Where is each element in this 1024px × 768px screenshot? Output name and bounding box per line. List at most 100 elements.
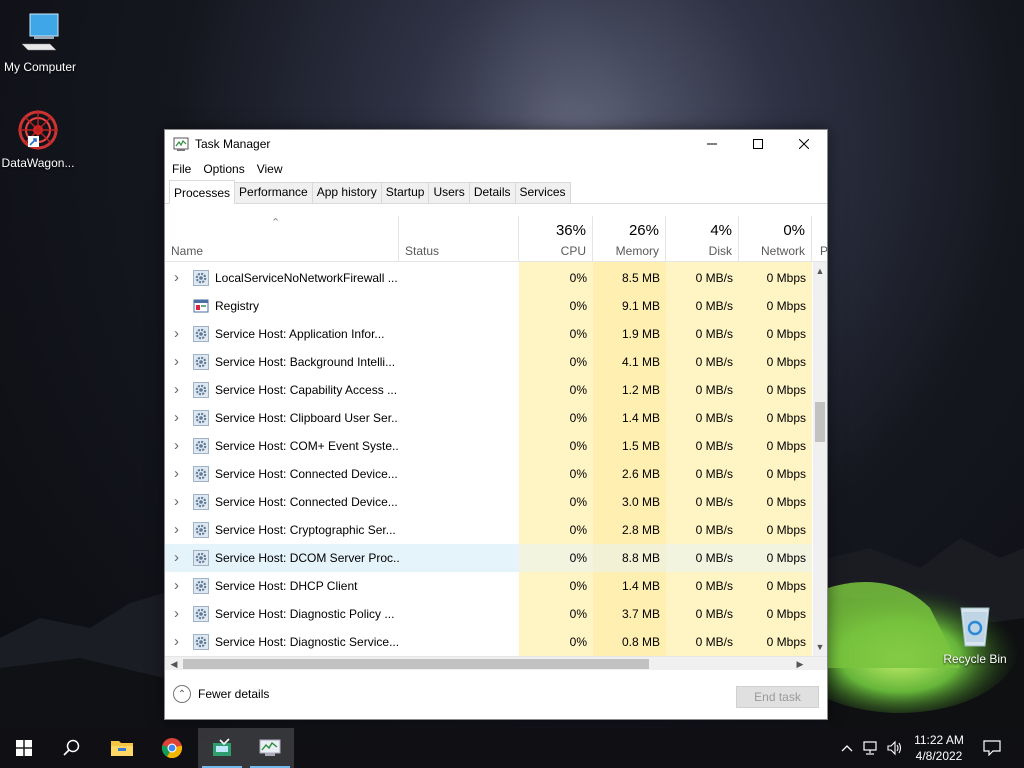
column-header-power[interactable]: P xyxy=(812,216,828,262)
process-cpu-value: 0% xyxy=(569,635,587,649)
scroll-up-icon[interactable]: ▲ xyxy=(813,264,827,278)
footer: ⌃ Fewer details End task xyxy=(165,671,827,719)
chevron-right-icon[interactable]: › xyxy=(174,572,179,600)
process-name: Service Host: Connected Device... xyxy=(215,467,398,481)
taskbar-chrome[interactable] xyxy=(148,728,196,768)
process-memory-value: 1.9 MB xyxy=(621,327,660,341)
tab-users[interactable]: Users xyxy=(428,182,470,203)
maximize-button[interactable] xyxy=(735,130,781,158)
start-button[interactable] xyxy=(0,728,48,768)
volume-tray-button[interactable] xyxy=(884,728,906,768)
minimize-icon xyxy=(707,143,717,145)
menu-options[interactable]: Options xyxy=(202,162,252,176)
vertical-scrollbar[interactable]: ▲ ▼ xyxy=(813,262,827,656)
datawagon-icon xyxy=(18,110,58,150)
desktop-icon-recycle-bin[interactable]: Recycle Bin xyxy=(935,602,1015,666)
chevron-right-icon[interactable]: › xyxy=(174,544,179,572)
column-label: Network xyxy=(760,244,805,258)
taskbar-file-explorer[interactable] xyxy=(98,728,146,768)
process-cpu-value: 0% xyxy=(569,579,587,593)
process-row[interactable]: › Service Host: Application Infor... 0% 1.9… xyxy=(165,320,815,348)
process-network-value: 0 Mbps xyxy=(766,439,806,453)
close-button[interactable] xyxy=(781,130,827,158)
process-row[interactable]: › Service Host: DHCP Client 0% 1.4 MB 0 MB/s… xyxy=(165,572,815,600)
taskbar-task-manager[interactable] xyxy=(246,728,294,768)
process-row[interactable]: › Service Host: Connected Device... 0% 3.0 … xyxy=(165,488,815,516)
minimize-button[interactable] xyxy=(689,130,735,158)
chevron-right-icon[interactable]: › xyxy=(174,600,179,628)
tab-processes[interactable]: Processes xyxy=(169,180,236,204)
column-header-status[interactable]: Status xyxy=(399,216,519,262)
fewer-details-button[interactable]: ⌃ Fewer details xyxy=(173,685,269,703)
search-button[interactable] xyxy=(48,728,96,768)
notifications-button[interactable] xyxy=(978,728,1006,768)
horizontal-scrollbar[interactable]: ◀ ▶ xyxy=(165,656,827,670)
title-bar[interactable]: Task Manager xyxy=(165,130,827,158)
chevron-right-icon[interactable]: › xyxy=(174,516,179,544)
process-name: Service Host: COM+ Event Syste... xyxy=(215,439,399,453)
scroll-right-icon[interactable]: ▶ xyxy=(793,657,807,671)
show-hidden-icons-button[interactable] xyxy=(838,728,856,768)
chevron-right-icon[interactable]: › xyxy=(174,404,179,432)
process-row[interactable]: › Service Host: Cryptographic Ser... 0% 2.8… xyxy=(165,516,815,544)
menu-view[interactable]: View xyxy=(256,162,291,176)
process-row[interactable]: › Service Host: Capability Access ... 0% 1.… xyxy=(165,376,815,404)
process-row[interactable]: › Service Host: DCOM Server Proc... 0% 8.8 … xyxy=(165,544,815,572)
tab-startup[interactable]: Startup xyxy=(380,182,430,203)
process-row[interactable]: › Service Host: Background Intelli... 0% 4.… xyxy=(165,348,815,376)
taskbar-clock[interactable]: 11:22 AM 4/8/2022 xyxy=(904,732,974,764)
chevron-right-icon[interactable]: › xyxy=(174,628,179,656)
gear-icon xyxy=(193,410,209,426)
task-manager-app-icon xyxy=(173,137,189,151)
tab-app-history[interactable]: App history xyxy=(311,182,382,203)
chevron-right-icon[interactable]: › xyxy=(174,488,179,516)
process-disk-value: 0 MB/s xyxy=(695,467,733,481)
process-row[interactable]: Registry 0% 9.1 MB 0 MB/s 0 Mbps xyxy=(165,292,815,320)
process-row[interactable]: › Service Host: Connected Device... 0% 2.6 … xyxy=(165,460,815,488)
taskbar: 11:22 AM 4/8/2022 xyxy=(0,728,1024,768)
column-header-name[interactable]: ⌃ Name xyxy=(165,216,399,262)
tab-services[interactable]: Services xyxy=(514,182,571,203)
chevron-right-icon[interactable]: › xyxy=(174,348,179,376)
process-row[interactable]: › LocalServiceNoNetworkFirewall ... 0% 8.5 … xyxy=(165,264,815,292)
chevron-right-icon[interactable]: › xyxy=(174,264,179,292)
column-label: Memory xyxy=(615,244,659,258)
process-row[interactable]: › Service Host: Diagnostic Policy ... 0% 3.… xyxy=(165,600,815,628)
chevron-right-icon[interactable]: › xyxy=(174,432,179,460)
fewer-details-label: Fewer details xyxy=(198,687,270,701)
column-header-disk[interactable]: 4% Disk xyxy=(666,216,739,262)
vertical-scroll-thumb[interactable] xyxy=(815,402,825,442)
process-network-value: 0 Mbps xyxy=(766,495,806,509)
column-header-memory[interactable]: 26% Memory xyxy=(593,216,666,262)
desktop-icon-datawagon[interactable]: DataWagon... xyxy=(0,106,78,170)
chevron-right-icon[interactable]: › xyxy=(174,320,179,348)
column-percent: 4% xyxy=(710,222,732,239)
gear-icon xyxy=(193,634,209,650)
desktop-icon-my-computer[interactable]: My Computer xyxy=(0,10,80,74)
process-row[interactable]: › Service Host: Clipboard User Ser... 0% 1.… xyxy=(165,404,815,432)
process-network-value: 0 Mbps xyxy=(766,551,806,565)
tab-performance[interactable]: Performance xyxy=(234,182,313,203)
scroll-left-icon[interactable]: ◀ xyxy=(167,657,181,671)
menu-file[interactable]: File xyxy=(171,162,199,176)
network-tray-button[interactable] xyxy=(860,728,882,768)
horizontal-scroll-thumb[interactable] xyxy=(183,659,649,669)
process-memory-value: 0.8 MB xyxy=(621,635,660,649)
taskbar-app[interactable] xyxy=(198,728,246,768)
end-task-button[interactable]: End task xyxy=(736,686,819,708)
file-explorer-icon xyxy=(111,741,133,756)
chevron-right-icon[interactable]: › xyxy=(174,376,179,404)
process-cpu-value: 0% xyxy=(569,467,587,481)
column-header-network[interactable]: 0% Network xyxy=(739,216,812,262)
column-percent: 36% xyxy=(555,222,586,239)
scroll-down-icon[interactable]: ▼ xyxy=(813,640,827,654)
process-disk-value: 0 MB/s xyxy=(695,551,733,565)
process-name: Service Host: Clipboard User Ser... xyxy=(215,411,399,425)
process-row[interactable]: › Service Host: Diagnostic Service... 0% 0.… xyxy=(165,628,815,656)
process-row[interactable]: › Service Host: COM+ Event Syste... 0% 1.5 … xyxy=(165,432,815,460)
tab-details[interactable]: Details xyxy=(468,182,516,203)
chevron-right-icon[interactable]: › xyxy=(174,460,179,488)
process-disk-value: 0 MB/s xyxy=(695,607,733,621)
app-icon xyxy=(213,738,231,756)
column-header-cpu[interactable]: 36% CPU xyxy=(519,216,593,262)
